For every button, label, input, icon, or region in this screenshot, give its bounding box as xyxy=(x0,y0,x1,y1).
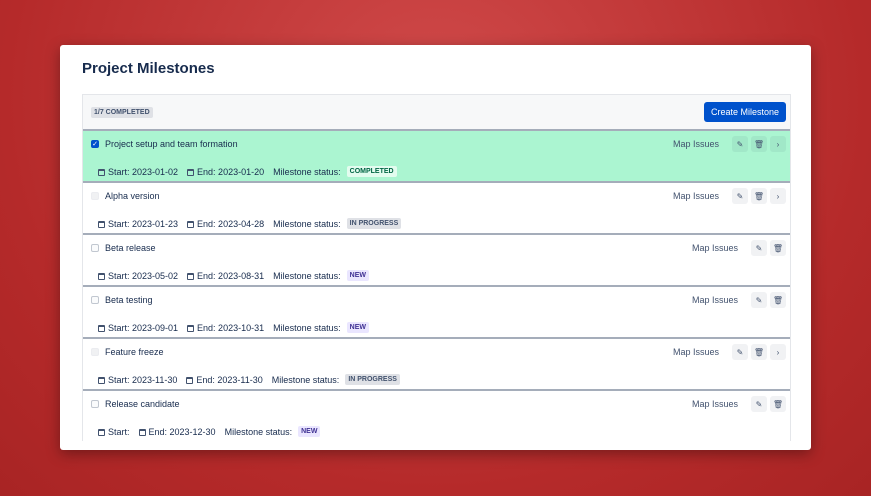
milestone-name: Beta release xyxy=(105,243,156,253)
status-label: Milestone status: xyxy=(273,270,341,281)
end-date: End: 2023-01-20 xyxy=(187,167,264,177)
calendar-icon xyxy=(98,428,105,436)
row-actions: Map Issues ✎ 🗑 › xyxy=(673,188,786,204)
milestones-card: Project Milestones 1/7 COMPLETED Create … xyxy=(60,45,811,450)
row-actions: Map Issues ✎ 🗑 xyxy=(692,292,786,308)
panel-header: 1/7 COMPLETED Create Milestone xyxy=(83,95,790,131)
map-issues-link[interactable]: Map Issues xyxy=(673,191,719,201)
start-date: Start: 2023-01-23 xyxy=(98,219,178,229)
map-issues-link[interactable]: Map Issues xyxy=(692,243,738,253)
row-actions: Map Issues ✎ 🗑 › xyxy=(673,344,786,360)
status-badge: NEW xyxy=(346,322,369,333)
milestone-checkbox[interactable] xyxy=(91,244,99,252)
milestones-panel: 1/7 COMPLETED Create Milestone ✓ Project… xyxy=(82,94,791,441)
map-issues-link[interactable]: Map Issues xyxy=(673,347,719,357)
milestone-row: Beta release Map Issues ✎ 🗑 Start: 2023-… xyxy=(83,235,790,287)
calendar-icon xyxy=(186,376,194,384)
row-actions: Map Issues ✎ 🗑 xyxy=(692,396,786,412)
calendar-icon xyxy=(187,168,195,176)
milestone-name: Release candidate xyxy=(105,399,180,409)
milestone-meta: Start: 2023-11-30 End: 2023-11-30 Milest… xyxy=(98,374,400,385)
start-date: Start: 2023-05-02 xyxy=(98,271,178,281)
milestone-name: Alpha version xyxy=(105,191,160,201)
calendar-icon xyxy=(187,324,195,332)
create-milestone-button[interactable]: Create Milestone xyxy=(703,102,786,122)
start-date: Start: 2023-01-02 xyxy=(98,167,178,177)
milestone-name: Feature freeze xyxy=(105,347,164,357)
map-issues-link[interactable]: Map Issues xyxy=(673,139,719,149)
delete-trash-icon[interactable]: 🗑 xyxy=(751,188,767,204)
milestone-row: Release candidate Map Issues ✎ 🗑 Start: … xyxy=(83,391,790,441)
milestone-row: Alpha version Map Issues ✎ 🗑 › Start: 20… xyxy=(83,183,790,235)
start-date: Start: 2023-09-01 xyxy=(98,323,178,333)
milestone-name: Project setup and team formation xyxy=(105,139,238,149)
milestone-checkbox[interactable]: ✓ xyxy=(91,140,99,148)
milestone-checkbox[interactable] xyxy=(91,296,99,304)
status-label: Milestone status: xyxy=(271,374,340,385)
milestone-row: Feature freeze Map Issues ✎ 🗑 › Start: 2… xyxy=(83,339,790,391)
calendar-icon xyxy=(98,272,105,280)
row-actions: Map Issues ✎ 🗑 › xyxy=(673,136,786,152)
edit-pencil-icon[interactable]: ✎ xyxy=(751,292,767,308)
milestone-meta: Start: 2023-09-01 End: 2023-10-31 Milest… xyxy=(98,322,369,333)
start-date: Start: xyxy=(98,427,130,437)
delete-trash-icon[interactable]: 🗑 xyxy=(770,292,786,308)
row-actions: Map Issues ✎ 🗑 xyxy=(692,240,786,256)
delete-trash-icon[interactable]: 🗑 xyxy=(770,240,786,256)
milestone-name: Beta testing xyxy=(105,295,153,305)
status-label: Milestone status: xyxy=(273,166,341,177)
status-badge: NEW xyxy=(298,426,321,437)
delete-trash-icon[interactable]: 🗑 xyxy=(751,344,767,360)
start-date: Start: 2023-11-30 xyxy=(98,375,177,385)
calendar-icon xyxy=(98,324,105,332)
chevron-right-icon[interactable]: › xyxy=(770,136,786,152)
calendar-icon xyxy=(98,220,105,228)
end-date: End: 2023-12-30 xyxy=(138,427,216,437)
status-badge: IN PROGRESS xyxy=(345,374,400,385)
calendar-icon xyxy=(98,168,105,176)
status-label: Milestone status: xyxy=(273,218,341,229)
milestone-meta: Start: 2023-01-02 End: 2023-01-20 Milest… xyxy=(98,166,397,177)
milestone-checkbox[interactable] xyxy=(91,400,99,408)
milestone-meta: Start: 2023-01-23 End: 2023-04-28 Milest… xyxy=(98,218,402,229)
page-title: Project Milestones xyxy=(82,60,215,77)
map-issues-link[interactable]: Map Issues xyxy=(692,399,738,409)
milestone-row: Beta testing Map Issues ✎ 🗑 Start: 2023-… xyxy=(83,287,790,339)
milestone-row: ✓ Project setup and team formation Map I… xyxy=(83,131,790,183)
calendar-icon xyxy=(138,428,146,436)
status-badge: IN PROGRESS xyxy=(346,218,402,229)
calendar-icon xyxy=(98,376,105,384)
calendar-icon xyxy=(187,220,195,228)
status-badge: COMPLETED xyxy=(346,166,397,177)
completed-count-badge: 1/7 COMPLETED xyxy=(91,106,153,118)
chevron-right-icon[interactable]: › xyxy=(770,188,786,204)
end-date: End: 2023-11-30 xyxy=(186,375,263,385)
edit-pencil-icon[interactable]: ✎ xyxy=(751,240,767,256)
edit-pencil-icon[interactable]: ✎ xyxy=(732,344,748,360)
milestone-checkbox[interactable] xyxy=(91,192,99,200)
map-issues-link[interactable]: Map Issues xyxy=(692,295,738,305)
edit-pencil-icon[interactable]: ✎ xyxy=(751,396,767,412)
milestone-meta: Start: 2023-05-02 End: 2023-08-31 Milest… xyxy=(98,270,369,281)
delete-trash-icon[interactable]: 🗑 xyxy=(751,136,767,152)
status-label: Milestone status: xyxy=(273,322,341,333)
edit-pencil-icon[interactable]: ✎ xyxy=(732,188,748,204)
end-date: End: 2023-04-28 xyxy=(187,219,264,229)
end-date: End: 2023-10-31 xyxy=(187,323,264,333)
edit-pencil-icon[interactable]: ✎ xyxy=(732,136,748,152)
status-badge: NEW xyxy=(346,270,369,281)
calendar-icon xyxy=(187,272,195,280)
chevron-right-icon[interactable]: › xyxy=(770,344,786,360)
milestone-checkbox[interactable] xyxy=(91,348,99,356)
milestone-meta: Start: End: 2023-12-30 Milestone status:… xyxy=(98,426,321,437)
delete-trash-icon[interactable]: 🗑 xyxy=(770,396,786,412)
end-date: End: 2023-08-31 xyxy=(187,271,264,281)
status-label: Milestone status: xyxy=(224,426,293,437)
